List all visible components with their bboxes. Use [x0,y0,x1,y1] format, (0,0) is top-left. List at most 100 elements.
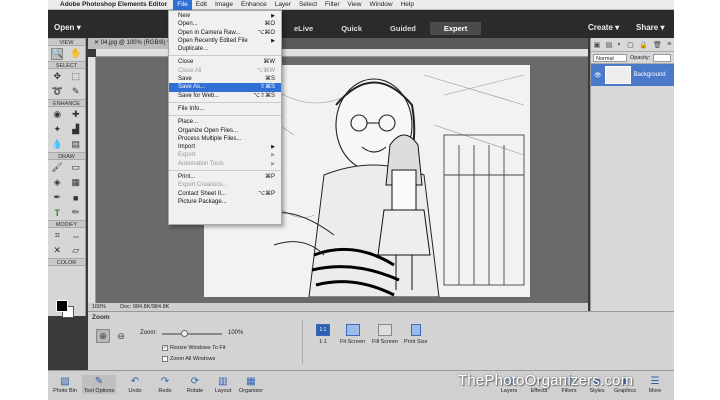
menu-filter[interactable]: Filter [321,0,343,10]
zoom-slider-knob[interactable] [180,330,188,337]
menu-item-close[interactable]: Close ⌘W [169,58,281,66]
rotate-button[interactable]: ⟳ Rotate [180,375,210,394]
trash-icon[interactable]: 🗑 [653,41,662,49]
quick-select-icon[interactable]: ✎ [70,86,82,98]
eraser-tool-icon[interactable]: ▭ [70,162,82,174]
layer-row[interactable]: 👁 Background [591,64,674,86]
fill-screen-button[interactable]: Fill Screen [372,324,398,345]
menu-item-contact-sheet[interactable]: Contact Sheet II... ⌥⌘P [169,190,281,198]
opacity-input[interactable] [653,53,672,62]
layers-toolbar: ▣ ▤ ◐ ▢ 🔒 🗑 ≡ [591,38,674,52]
move-tool-icon[interactable]: ✥ [51,71,63,83]
create-button[interactable]: Create ▾ [588,23,619,32]
type-tool-icon[interactable]: T [51,207,63,219]
new-layer-icon[interactable]: ▣ [594,41,601,49]
menu-item-file-info[interactable]: File Info... [169,105,281,113]
print-size-button[interactable]: Print Size [404,324,428,345]
menu-item-place[interactable]: Place... [169,118,281,126]
zoom-all-windows-checkbox[interactable]: Zoom All Windows [162,356,215,362]
menu-enhance[interactable]: Enhance [237,0,271,10]
more-button[interactable]: ☰ More [640,375,670,394]
eye-icon[interactable]: 👁 [594,72,602,79]
zoom-tool-icon[interactable]: 🔍 [51,47,64,60]
one-to-one-button[interactable]: 1:1 1:1 [316,324,330,345]
document-tab-bar: ✕ 04.jpg @ 100% (RGB/8) * [88,38,588,49]
menu-item-organize[interactable]: Organize Open Files... [169,127,281,135]
checkbox-unchecked-icon[interactable] [162,356,168,362]
undo-button[interactable]: ↶ Undo [120,375,150,394]
menu-item-print[interactable]: Print... ⌘P [169,173,281,181]
lock-icon[interactable]: 🔒 [639,41,648,49]
layout-label: Layout [214,388,232,394]
group-icon[interactable]: ▤ [606,41,613,49]
tab-elive[interactable]: eLive [280,22,327,35]
menu-item-duplicate[interactable]: Duplicate... [169,45,281,53]
organizer-button[interactable]: ▦ Organizer [236,375,266,394]
crop-tool-icon[interactable]: ⌗ [51,230,63,242]
menu-item-save[interactable]: Save ⌘S [169,75,281,83]
share-button[interactable]: Share ▾ [636,23,664,32]
spot-healing-icon[interactable]: ✚ [70,109,82,121]
gradient-tool-icon[interactable]: ▦ [70,177,82,189]
sponge-tool-icon[interactable]: ▤ [70,139,82,151]
layout-button[interactable]: ▥ Layout [208,375,238,394]
menu-file[interactable]: File [173,0,192,10]
menu-select[interactable]: Select [295,0,321,10]
menu-image[interactable]: Image [211,0,237,10]
menu-view[interactable]: View [344,0,366,10]
content-move-icon[interactable]: ✕ [51,245,63,257]
menu-layer[interactable]: Layer [271,0,295,10]
menu-item-open-recent[interactable]: Open Recently Edited File ▶ [169,37,281,45]
mask-icon[interactable]: ▢ [627,41,634,49]
section-color: COLOR [48,258,85,266]
resize-windows-checkbox[interactable]: ✓ Resize Windows To Fit [162,345,226,351]
marquee-tool-icon[interactable]: ⬚ [70,71,82,83]
lasso-tool-icon[interactable]: ➰ [51,86,63,98]
apple-icon[interactable] [48,0,56,10]
shape-tool-icon[interactable]: ■ [70,192,82,204]
recompose-tool-icon[interactable]: ⇔ [70,230,82,242]
menu-window[interactable]: Window [365,0,396,10]
pencil-tool-icon[interactable]: ✏ [70,207,82,219]
zoom-out-icon[interactable]: ⊖ [114,329,128,343]
zoom-in-icon[interactable]: ⊕ [96,329,110,343]
paint-bucket-icon[interactable]: ◈ [51,177,63,189]
checkbox-checked-icon[interactable]: ✓ [162,345,168,351]
eyedropper-icon[interactable]: ✒ [51,192,63,204]
panel-menu-icon[interactable]: ≡ [667,41,671,48]
foreground-color-swatch[interactable] [56,300,68,312]
menu-item-new[interactable]: New ▶ [169,12,281,20]
tab-quick[interactable]: Quick [327,22,376,35]
red-eye-icon[interactable]: ◉ [51,109,63,121]
submenu-arrow-icon: ▶ [271,144,275,151]
menu-item-save-for-web[interactable]: Save for Web... ⌥⇧⌘S [169,92,281,100]
menu-item-import[interactable]: Import ▶ [169,143,281,151]
blur-tool-icon[interactable]: 💧 [51,139,63,151]
menu-item-process[interactable]: Process Multiple Files... [169,135,281,143]
menu-item-open[interactable]: Open... ⌘O [169,20,281,28]
menu-help[interactable]: Help [397,0,418,10]
zoom-slider[interactable] [162,330,222,337]
fit-screen-button[interactable]: Fit Screen [340,324,365,345]
menu-edit[interactable]: Edit [192,0,211,10]
menu-item-open-camera-raw[interactable]: Open in Camera Raw... ⌥⌘O [169,29,281,37]
redo-button[interactable]: ↷ Redo [150,375,180,394]
tab-guided[interactable]: Guided [376,22,430,35]
resize-windows-label: Resize Windows To Fit [170,345,226,351]
clone-stamp-icon[interactable]: ▟ [70,124,82,136]
menu-item-save-as[interactable]: Save As... ⇧⌘S [169,83,281,92]
blend-mode-select[interactable]: Normal [593,53,627,62]
photo-bin-button[interactable]: ▧ Photo Bin [50,375,80,394]
hand-tool-icon[interactable]: ✋ [70,48,82,60]
tool-options-button[interactable]: ✎ Tool Options [82,375,116,394]
brush-tool-icon[interactable]: 🖌 [51,162,63,174]
tab-expert[interactable]: Expert [429,22,482,35]
straighten-tool-icon[interactable]: ▱ [70,245,82,257]
open-button[interactable]: Open ▾ [54,23,81,32]
close-icon[interactable]: ✕ [94,40,99,46]
menu-item-picture-package[interactable]: Picture Package... [169,198,281,206]
app-name[interactable]: Adobe Photoshop Elements Editor [56,1,173,8]
smart-brush-icon[interactable]: ✦ [51,124,63,136]
document-tab[interactable]: ✕ 04.jpg @ 100% (RGB/8) * [88,38,176,49]
adjustment-icon[interactable]: ◐ [618,41,622,48]
